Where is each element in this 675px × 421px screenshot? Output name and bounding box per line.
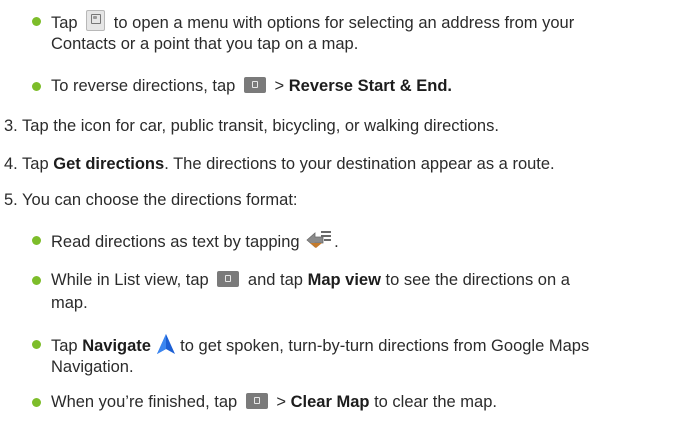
map-view-label: Map view [307,271,381,289]
bullet-dot [32,340,41,349]
text: and tap [247,271,303,289]
text: Tap [51,14,78,32]
directions-list-icon [306,231,332,248]
step-map-view-cont: map. [51,294,88,312]
contact-picker-icon [86,10,106,31]
text: to get spoken, turn-by-turn directions f… [180,337,590,355]
step-navigate: Tap Navigate to get spoken, turn-by-turn… [51,333,589,357]
text: Read directions as text by tapping [51,233,300,251]
menu-key-icon [217,271,240,287]
text: to see the directions on a [385,271,570,289]
text: To reverse directions, tap [51,77,236,95]
separator: > [274,77,285,95]
navigate-arrow-icon [156,334,175,354]
text: . [334,233,339,251]
step-bullet-select-address-cont: Contacts or a point that you tap on a ma… [51,35,359,53]
bullet-dot [32,236,41,245]
step-bullet-reverse: To reverse directions, tap > Reverse Sta… [51,75,452,97]
step-5: 5. You can choose the directions format: [4,191,298,209]
separator: > [276,393,287,411]
menu-key-icon [245,393,268,409]
bullet-dot [32,17,41,26]
text: While in List view, tap [51,271,209,289]
reverse-start-end-label: Reverse Start & End. [288,77,452,95]
bullet-dot [32,398,41,407]
instructions-page: Tap to open a menu with options for sele… [0,0,675,421]
step-map-view: While in List view, tap and tap Map view… [51,269,570,291]
text: to open a menu with options for selectin… [113,14,575,32]
get-directions-label: Get directions [53,155,165,173]
bullet-dot [32,82,41,91]
step-4: 4. Tap Get directions. The directions to… [4,153,555,175]
text: . The directions to your destination app… [164,155,555,173]
navigate-label: Navigate [82,337,151,355]
text: Tap [51,337,78,355]
step-3: 3. Tap the icon for car, public transit,… [4,117,499,135]
step-navigate-cont: Navigation. [51,358,134,376]
menu-key-icon [243,77,266,93]
clear-map-label: Clear Map [290,393,370,411]
text: When you’re finished, tap [51,393,238,411]
text: to clear the map. [374,393,497,411]
step-bullet-select-address: Tap to open a menu with options for sele… [51,10,574,34]
bullet-dot [32,276,41,285]
text: 4. Tap [4,155,49,173]
step-read-as-text: Read directions as text by tapping . [51,229,339,253]
step-clear-map: When you’re finished, tap > Clear Map to… [51,391,497,413]
